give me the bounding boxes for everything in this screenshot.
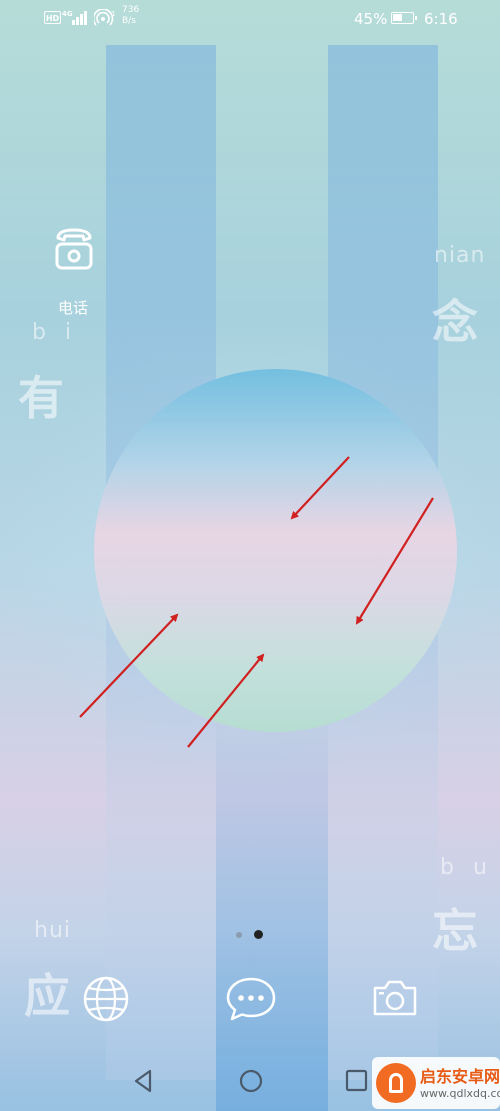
home-screen: HD 4G 1 736 B/s 45% 6:16 电话 b i 有 nian 念 — [0, 0, 500, 1111]
home-circle-icon[interactable] — [236, 1066, 266, 1096]
site-watermark: 启东安卓网 www.qdlxdq.com — [372, 1057, 500, 1109]
recents-square-icon[interactable] — [342, 1066, 372, 1096]
annotation-arrow — [187, 653, 265, 748]
annotation-arrow — [355, 497, 434, 625]
messages-icon[interactable] — [225, 974, 277, 1024]
page-dot-active[interactable] — [254, 930, 263, 939]
annotation-arrows — [79, 456, 434, 748]
annotation-arrow — [79, 613, 179, 718]
watermark-title: 启东安卓网 — [420, 1067, 500, 1086]
browser-globe-icon[interactable] — [81, 974, 131, 1024]
annotation-arrow — [290, 456, 350, 520]
camera-icon[interactable] — [370, 974, 420, 1024]
watermark-logo-icon — [376, 1063, 416, 1103]
page-dot[interactable] — [236, 932, 242, 938]
back-triangle-icon[interactable] — [130, 1066, 156, 1096]
watermark-url: www.qdlxdq.com — [420, 1087, 500, 1100]
